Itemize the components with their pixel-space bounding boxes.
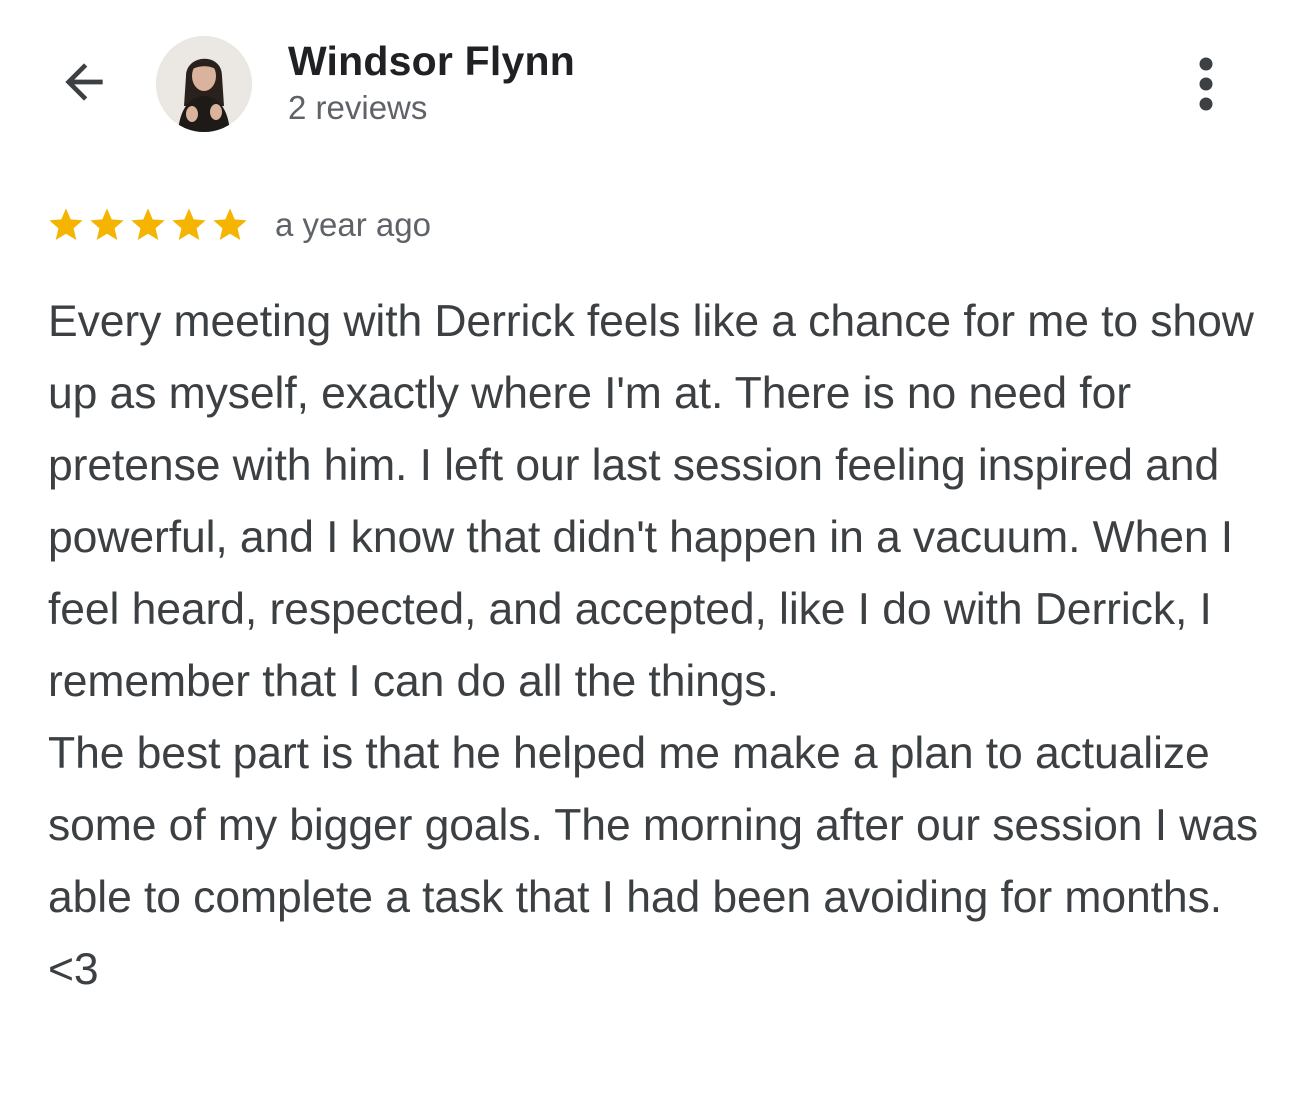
rating-row: a year ago bbox=[46, 200, 431, 250]
review-timestamp: a year ago bbox=[275, 206, 431, 243]
review-count: 2 reviews bbox=[288, 89, 428, 126]
reviewer-header: Windsor Flynn 2 reviews bbox=[0, 0, 1290, 150]
review-text: Every meeting with Derrick feels like a … bbox=[48, 286, 1263, 1006]
star-icon bbox=[49, 208, 83, 240]
star-icon bbox=[90, 208, 124, 240]
star-rating bbox=[46, 205, 251, 245]
avatar[interactable] bbox=[156, 36, 252, 132]
reviewer-name[interactable]: Windsor Flynn bbox=[288, 38, 575, 85]
reviewer-photo bbox=[156, 36, 252, 132]
star-icon bbox=[172, 208, 206, 240]
back-button[interactable] bbox=[52, 50, 116, 114]
review-paragraph: The best part is that he helped me make … bbox=[48, 729, 1259, 994]
review-paragraph: Every meeting with Derrick feels like a … bbox=[48, 297, 1254, 706]
star-icon bbox=[213, 208, 247, 240]
star-icon bbox=[131, 208, 165, 240]
more-options-button[interactable] bbox=[1182, 54, 1230, 114]
arrow-back-icon bbox=[65, 63, 103, 101]
more-vert-icon bbox=[1199, 57, 1213, 111]
